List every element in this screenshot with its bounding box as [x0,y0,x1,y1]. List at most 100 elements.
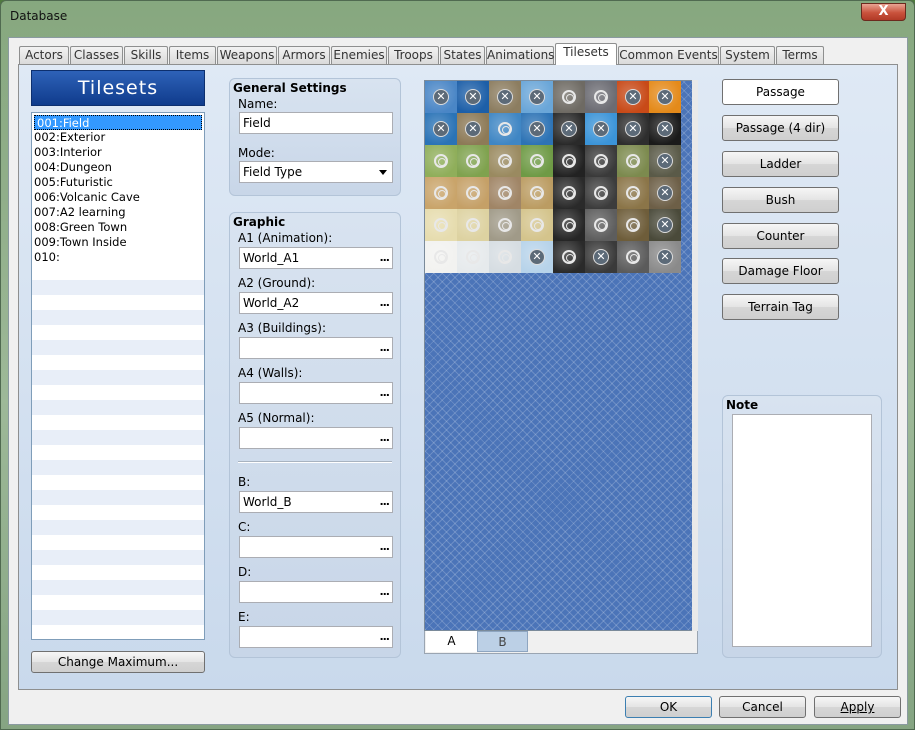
tile[interactable] [553,209,585,241]
tile[interactable]: ✕ [521,113,553,145]
browse-icon[interactable]: ... [379,492,390,512]
change-maximum-button[interactable]: Change Maximum... [31,651,205,673]
tile[interactable] [457,177,489,209]
palette-scrollbar[interactable] [692,80,698,631]
palette-tab-a[interactable]: A [426,631,477,652]
tileset-list-item[interactable]: 001:Field [34,115,202,130]
tile[interactable]: ✕ [649,81,681,113]
browse-icon[interactable]: ... [379,428,390,448]
tileset-list[interactable]: 001:Field 002:Exterior 003:Interior 004:Dun… [31,112,205,640]
graphic-slot-field[interactable]: ... [239,581,393,603]
browse-icon[interactable]: ... [379,582,390,602]
tile[interactable]: ✕ [585,113,617,145]
note-textarea[interactable] [732,414,872,647]
browse-icon[interactable]: ... [379,338,390,358]
tab-tilesets[interactable]: Tilesets [555,43,617,65]
tile[interactable] [489,209,521,241]
tile[interactable] [553,177,585,209]
tab-enemies[interactable]: Enemies [331,46,387,64]
browse-icon[interactable]: ... [379,537,390,557]
tile[interactable] [521,209,553,241]
tab-common-events[interactable]: Common Events [618,46,719,64]
browse-icon[interactable]: ... [379,248,390,268]
tile[interactable] [585,209,617,241]
tile-grid[interactable]: ✕ ✕ ✕ ✕ ✕ ✕ ✕ ✕ ✕ ✕ ✕ ✕ ✕ ✕ ✕ ✕ ✕ ✕ ✕ [425,81,681,273]
tile[interactable]: ✕ [617,113,649,145]
tile[interactable] [489,145,521,177]
tile[interactable]: ✕ [521,241,553,273]
bush-button[interactable]: Bush [722,187,839,213]
browse-icon[interactable]: ... [379,383,390,403]
tile[interactable] [553,81,585,113]
tab-weapons[interactable]: Weapons [217,46,277,64]
tile[interactable] [489,241,521,273]
apply-button[interactable]: Apply [814,696,901,718]
tile[interactable] [425,145,457,177]
tileset-list-item[interactable]: 004:Dungeon [32,160,204,175]
tileset-list-item[interactable]: 005:Futuristic [32,175,204,190]
tile[interactable]: ✕ [457,113,489,145]
tile[interactable] [617,145,649,177]
tile[interactable] [585,177,617,209]
tile[interactable] [585,81,617,113]
tab-terms[interactable]: Terms [776,46,824,64]
graphic-slot-field[interactable]: ... [239,427,393,449]
tile[interactable] [457,241,489,273]
graphic-slot-field[interactable]: World_A1... [239,247,393,269]
tile[interactable]: ✕ [649,113,681,145]
tile[interactable]: ✕ [585,241,617,273]
graphic-slot-field[interactable]: ... [239,382,393,404]
tile[interactable] [617,241,649,273]
tileset-list-item[interactable]: 006:Volcanic Cave [32,190,204,205]
tile[interactable] [553,145,585,177]
tile[interactable] [489,177,521,209]
tile[interactable]: ✕ [649,209,681,241]
tile[interactable] [521,177,553,209]
graphic-slot-field[interactable]: ... [239,337,393,359]
tile[interactable]: ✕ [617,81,649,113]
counter-button[interactable]: Counter [722,223,839,249]
mode-select[interactable]: Field Type [239,161,393,183]
tileset-list-item[interactable]: 007:A2 learning [32,205,204,220]
tile[interactable] [553,241,585,273]
browse-icon[interactable]: ... [379,293,390,313]
tileset-list-item[interactable]: 008:Green Town [32,220,204,235]
tile[interactable]: ✕ [649,241,681,273]
tab-classes[interactable]: Classes [70,46,123,64]
graphic-slot-field[interactable]: ... [239,536,393,558]
tile[interactable] [425,241,457,273]
tile[interactable] [617,209,649,241]
ok-button[interactable]: OK [625,696,712,718]
tab-actors[interactable]: Actors [19,46,69,64]
tile[interactable] [521,145,553,177]
tile[interactable]: ✕ [425,81,457,113]
tile-palette[interactable]: ✕ ✕ ✕ ✕ ✕ ✕ ✕ ✕ ✕ ✕ ✕ ✕ ✕ ✕ ✕ ✕ ✕ ✕ ✕ [424,80,698,631]
tile[interactable]: ✕ [457,81,489,113]
tab-items[interactable]: Items [169,46,216,64]
graphic-slot-field[interactable]: World_B... [239,491,393,513]
ladder-button[interactable]: Ladder [722,151,839,177]
tile[interactable] [617,177,649,209]
tile[interactable]: ✕ [649,177,681,209]
graphic-slot-field[interactable]: ... [239,626,393,648]
passage-4-dir-button[interactable]: Passage (4 dir) [722,115,839,141]
tile[interactable] [457,209,489,241]
tile[interactable]: ✕ [521,81,553,113]
tileset-list-item[interactable]: 009:Town Inside [32,235,204,250]
title-bar[interactable]: Database X [1,1,914,31]
tile[interactable] [457,145,489,177]
tileset-list-item[interactable]: 002:Exterior [32,130,204,145]
tab-states[interactable]: States [440,46,485,64]
tileset-list-item[interactable]: 003:Interior [32,145,204,160]
tileset-list-item[interactable]: 010: [32,250,204,265]
tile[interactable]: ✕ [649,145,681,177]
terrain-tag-button[interactable]: Terrain Tag [722,294,839,320]
name-field[interactable]: Field [239,112,393,134]
close-button[interactable]: X [861,3,906,21]
palette-tab-b[interactable]: B [477,631,528,652]
tab-skills[interactable]: Skills [124,46,168,64]
cancel-button[interactable]: Cancel [719,696,806,718]
tab-animations[interactable]: Animations [486,46,554,64]
browse-icon[interactable]: ... [379,627,390,647]
tile[interactable]: ✕ [553,113,585,145]
